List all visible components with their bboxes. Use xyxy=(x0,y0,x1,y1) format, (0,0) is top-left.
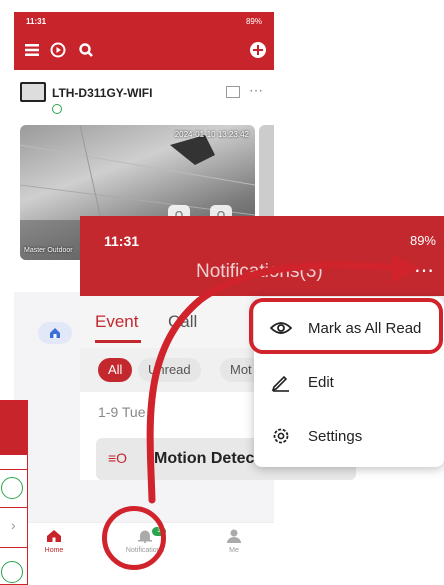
filter-unread[interactable]: Unread xyxy=(138,358,201,382)
app-toolbar xyxy=(14,32,274,70)
gear-icon xyxy=(254,426,308,446)
device-home-button[interactable] xyxy=(38,322,72,344)
partial-screen-left: › xyxy=(0,400,28,585)
search-icon[interactable] xyxy=(76,40,96,60)
house-icon xyxy=(50,328,60,338)
menu-item-edit[interactable]: Edit xyxy=(254,355,444,409)
page-title: Notifications(3) xyxy=(196,261,323,282)
camera-name: Master Outdoor xyxy=(24,247,73,254)
online-status-icon xyxy=(52,104,62,114)
device-name: LTH-D311GY-WIFI xyxy=(52,86,153,100)
device-thumbnail-icon xyxy=(20,82,46,102)
active-tab-indicator xyxy=(95,340,141,343)
home-icon xyxy=(47,530,61,542)
pencil-icon xyxy=(254,372,308,392)
layout-icon[interactable] xyxy=(226,86,240,98)
status-battery: 89% xyxy=(245,17,262,26)
filter-all[interactable]: All xyxy=(98,358,133,382)
divider xyxy=(0,507,27,508)
menu-item-label: Settings xyxy=(308,427,363,445)
nav-home[interactable]: Home xyxy=(19,529,89,554)
playback-icon[interactable] xyxy=(48,40,68,60)
tab-event[interactable]: Event xyxy=(95,312,138,332)
status-battery: 89% xyxy=(409,233,436,248)
motion-icon: ≡O xyxy=(108,450,128,466)
more-options-icon[interactable]: ⋯ xyxy=(414,258,436,283)
status-time: 11:31 xyxy=(26,17,47,26)
add-device-icon[interactable] xyxy=(248,40,268,60)
date-group-label: 1-9 Tue xyxy=(98,404,146,420)
menu-item-label: Edit xyxy=(308,373,334,391)
divider xyxy=(0,469,27,470)
divider xyxy=(0,547,27,548)
status-time: 11:31 xyxy=(104,233,140,249)
person-icon xyxy=(227,529,241,543)
notifications-tab-highlight-circle xyxy=(102,506,166,570)
tab-call[interactable]: Call xyxy=(168,312,197,332)
check-circle-icon[interactable] xyxy=(1,561,23,583)
check-circle-icon[interactable] xyxy=(1,477,23,499)
menu-icon[interactable] xyxy=(22,40,42,60)
camera-timestamp: 2024-01-10 13:23:42 xyxy=(174,130,249,139)
mark-all-read-highlight xyxy=(249,298,443,354)
nav-me[interactable]: Me xyxy=(199,529,269,554)
menu-item-settings[interactable]: Settings xyxy=(254,409,444,463)
partial-screen-header xyxy=(0,401,27,455)
notifications-header: 11:31 89% Notifications(3) ⋯ xyxy=(80,216,444,296)
chevron-right-icon[interactable]: › xyxy=(11,517,16,533)
device-more-icon[interactable]: ⋯ xyxy=(249,82,264,99)
status-bar: 11:31 89% xyxy=(14,12,274,32)
